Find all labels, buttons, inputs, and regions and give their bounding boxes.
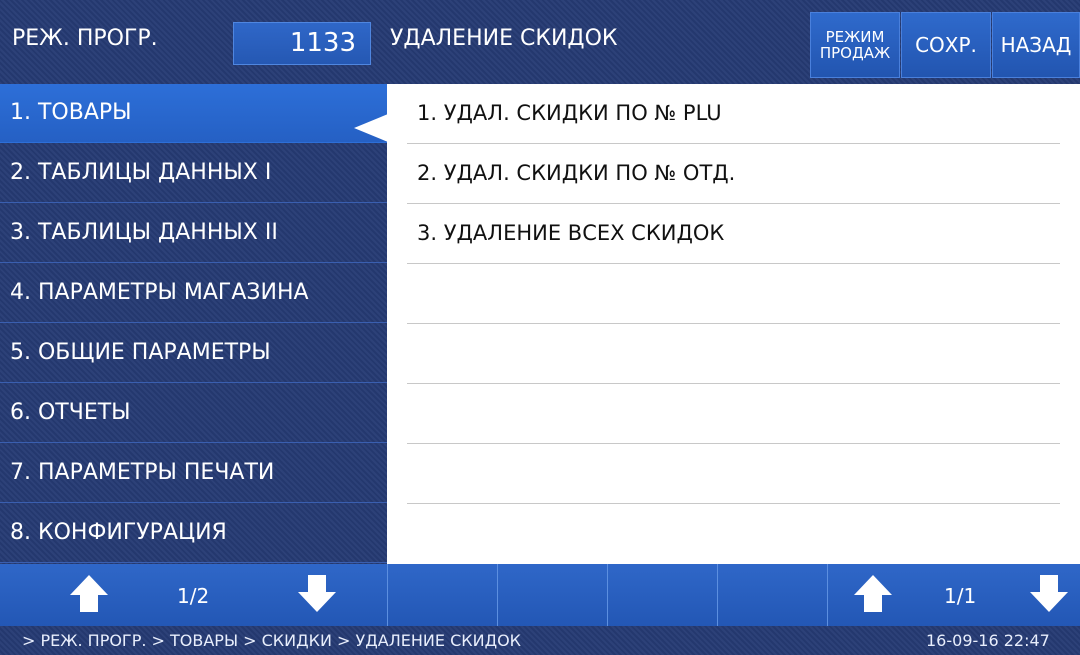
list-page-up-icon[interactable] <box>854 575 892 615</box>
list-page-indicator: 1/1 <box>944 584 977 608</box>
sidebar-page-indicator: 1/2 <box>177 584 210 608</box>
list-item <box>407 384 1060 444</box>
sidebar-page-up-icon[interactable] <box>70 575 108 615</box>
footer-divider <box>717 564 718 626</box>
list-item[interactable]: 2. УДАЛ. СКИДКИ ПО № ОТД. <box>407 144 1060 204</box>
sidebar-page-down-icon[interactable] <box>298 575 336 615</box>
sidebar-item-store-params[interactable]: 4. ПАРАМЕТРЫ МАГАЗИНА <box>0 264 387 323</box>
back-button[interactable]: НАЗАД <box>992 12 1080 78</box>
sidebar-item-goods[interactable]: 1. ТОВАРЫ <box>0 84 387 143</box>
footer-divider <box>387 564 388 626</box>
mode-label: РЕЖ. ПРОГР. <box>12 26 158 51</box>
sales-mode-label-line2: ПРОДАЖ <box>819 44 891 62</box>
selection-pointer-icon <box>354 114 388 142</box>
list-item <box>407 444 1060 504</box>
sidebar-item-configuration[interactable]: 8. КОНФИГУРАЦИЯ <box>0 504 387 563</box>
sidebar-item-data-tables-1[interactable]: 2. ТАБЛИЦЫ ДАННЫХ I <box>0 144 387 203</box>
sidebar-item-print-params[interactable]: 7. ПАРАМЕТРЫ ПЕЧАТИ <box>0 444 387 503</box>
sales-mode-label-line1: РЕЖИМ <box>825 28 885 46</box>
sidebar-item-reports[interactable]: 6. ОТЧЕТЫ <box>0 384 387 443</box>
list-item <box>407 504 1060 564</box>
list-item <box>407 264 1060 324</box>
header-bar: РЕЖ. ПРОГР. 1133 УДАЛЕНИЕ СКИДОК РЕЖИМ П… <box>0 0 1080 84</box>
footer-bar: 1/2 1/1 <box>0 564 1080 626</box>
sidebar-item-general-params[interactable]: 5. ОБЩИЕ ПАРАМЕТРЫ <box>0 324 387 383</box>
status-bar: > РЕЖ. ПРОГР. > ТОВАРЫ > СКИДКИ > УДАЛЕН… <box>0 626 1080 655</box>
sidebar-menu: 1. ТОВАРЫ 2. ТАБЛИЦЫ ДАННЫХ I 3. ТАБЛИЦЫ… <box>0 84 387 564</box>
breadcrumb: > РЕЖ. ПРОГР. > ТОВАРЫ > СКИДКИ > УДАЛЕН… <box>22 631 522 650</box>
sidebar-item-data-tables-2[interactable]: 3. ТАБЛИЦЫ ДАННЫХ II <box>0 204 387 263</box>
list-page-down-icon[interactable] <box>1030 575 1068 615</box>
footer-divider <box>827 564 828 626</box>
list-item[interactable]: 3. УДАЛЕНИЕ ВСЕХ СКИДОК <box>407 204 1060 264</box>
footer-divider <box>607 564 608 626</box>
page-title: УДАЛЕНИЕ СКИДОК <box>390 26 618 51</box>
list-item <box>407 324 1060 384</box>
sales-mode-button[interactable]: РЕЖИМ ПРОДАЖ <box>810 12 900 78</box>
list-item[interactable]: 1. УДАЛ. СКИДКИ ПО № PLU <box>407 84 1060 144</box>
datetime: 16-09-16 22:47 <box>926 631 1050 650</box>
save-button[interactable]: СОХР. <box>901 12 991 78</box>
submenu-list: 1. УДАЛ. СКИДКИ ПО № PLU 2. УДАЛ. СКИДКИ… <box>387 84 1080 564</box>
program-code-field[interactable]: 1133 <box>233 22 371 65</box>
footer-divider <box>497 564 498 626</box>
